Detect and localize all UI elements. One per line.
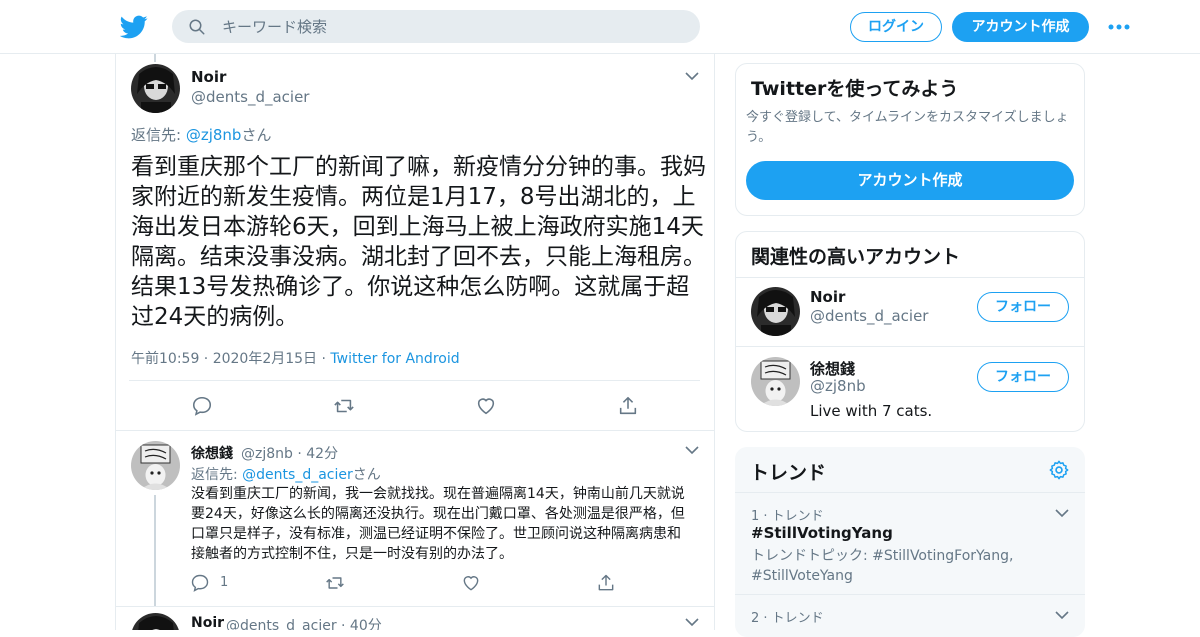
thread-connector xyxy=(154,54,156,62)
retweet-icon[interactable] xyxy=(333,395,355,417)
tweet-thread-column: Noir @dents_d_acier 返信先: @zj8nbさん 看到重庆那个… xyxy=(115,54,715,630)
account-name[interactable]: 徐想錢 xyxy=(810,358,855,379)
account-handle[interactable]: @dents_d_acier xyxy=(810,307,928,325)
signup-button[interactable]: アカウント作成 xyxy=(952,12,1089,42)
share-icon[interactable] xyxy=(596,573,616,593)
thread-connector xyxy=(154,495,156,607)
login-button[interactable]: ログイン xyxy=(850,12,942,42)
signup-card-subtitle: 今すぐ登録して、タイムラインをカスタマイズしましょう。 xyxy=(746,110,1069,145)
reply-icon[interactable] xyxy=(190,573,210,593)
divider xyxy=(129,380,700,381)
tweet-text: 看到重庆那个工厂的新闻了嘛，新疫情分分钟的事。我妈家附近的新发生疫情。两位是1月… xyxy=(131,154,706,330)
trend-name[interactable]: #StillVotingYang xyxy=(751,524,893,542)
account-handle[interactable]: @zj8nb xyxy=(810,377,866,395)
reply-icon[interactable] xyxy=(191,395,213,417)
signup-card: Twitterを使ってみよう 今すぐ登録して、タイムラインをカスタマイズしましょ… xyxy=(735,63,1085,216)
twitter-bird-logo-icon[interactable] xyxy=(120,13,148,41)
follow-button[interactable]: フォロー xyxy=(977,292,1069,322)
trends-title: トレンド xyxy=(750,462,827,484)
settings-gear-icon[interactable] xyxy=(1048,459,1070,481)
tweet-timestamp[interactable]: 午前10:59 · 2020年2月15日 · xyxy=(131,351,330,367)
reply-to-link[interactable]: @dents_d_acier xyxy=(242,467,353,483)
chevron-down-icon[interactable] xyxy=(1054,508,1070,518)
tweet-age[interactable]: · 40分 xyxy=(337,618,382,630)
related-accounts-card: 関連性の高いアカウント Noir @dents_d_acier フォロー 徐想錢… xyxy=(735,231,1085,432)
account-name[interactable]: Noir xyxy=(810,288,845,306)
like-heart-icon[interactable] xyxy=(475,395,497,417)
divider xyxy=(736,277,1084,278)
reply-count: 1 xyxy=(220,575,229,590)
signup-card-title: Twitterを使ってみよう xyxy=(751,78,959,100)
tweet-meta: 午前10:59 · 2020年2月15日 · Twitter for Andro… xyxy=(131,348,460,368)
reply-to-prefix: 返信先: xyxy=(131,126,186,144)
reply-to-link[interactable]: @zj8nb xyxy=(186,126,242,144)
avatar-image-icon xyxy=(131,441,180,490)
trends-card: トレンド 1 · トレンド #StillVotingYang トレンドトピック:… xyxy=(735,447,1085,637)
search-input[interactable] xyxy=(222,10,682,43)
chevron-down-icon[interactable] xyxy=(684,445,700,455)
avatar[interactable] xyxy=(751,287,800,336)
trend-rank: 1 · トレンド xyxy=(751,509,824,524)
chevron-down-icon[interactable] xyxy=(1054,610,1070,620)
author-name[interactable]: Noir xyxy=(191,68,226,86)
avatar[interactable] xyxy=(751,357,800,406)
retweet-icon[interactable] xyxy=(325,573,345,593)
avatar-image-icon xyxy=(751,287,800,336)
author-name[interactable]: Noir xyxy=(191,615,224,630)
more-options-icon[interactable] xyxy=(1107,18,1131,36)
like-heart-icon[interactable] xyxy=(461,573,481,593)
avatar-image-icon xyxy=(131,64,180,113)
author-handle-and-age[interactable]: @dents_d_acier · 40分 xyxy=(226,615,382,630)
share-icon[interactable] xyxy=(617,395,639,417)
follow-button[interactable]: フォロー xyxy=(977,362,1069,392)
reply-to-line: 返信先: @dents_d_acierさん xyxy=(191,464,381,484)
chevron-down-icon[interactable] xyxy=(684,71,700,81)
avatar[interactable] xyxy=(131,64,180,113)
chevron-down-icon[interactable] xyxy=(684,617,700,627)
divider xyxy=(736,346,1084,347)
author-handle[interactable]: @dents_d_acier xyxy=(191,88,309,106)
author-handle[interactable]: @dents_d_acier xyxy=(226,618,337,630)
top-navigation-bar: ログイン アカウント作成 xyxy=(0,0,1200,54)
avatar[interactable] xyxy=(131,441,180,490)
avatar-image-icon xyxy=(751,357,800,406)
search-box[interactable] xyxy=(172,10,700,43)
tweet-text: 没看到重庆工厂的新闻，我一会就找找。现在普遍隔离14天，钟南山前几天就说要24天… xyxy=(191,486,685,562)
trend-topic: トレンドトピック: #StillVotingForYang, #StillVot… xyxy=(751,548,1014,584)
reply-to-prefix: 返信先: xyxy=(191,467,243,483)
search-icon xyxy=(189,19,205,35)
divider xyxy=(735,492,1085,493)
trend-rank: 2 · トレンド xyxy=(751,611,824,626)
tweet-age[interactable]: · 42分 xyxy=(293,446,338,462)
author-handle[interactable]: @zj8nb xyxy=(241,446,293,462)
tweet-source-link[interactable]: Twitter for Android xyxy=(330,351,459,367)
author-name[interactable]: 徐想錢 xyxy=(191,443,233,463)
signup-card-button[interactable]: アカウント作成 xyxy=(746,161,1074,200)
related-accounts-title: 関連性の高いアカウント xyxy=(751,246,961,268)
author-handle-and-age[interactable]: @zj8nb · 42分 xyxy=(241,443,338,463)
account-bio: Live with 7 cats. xyxy=(810,402,933,420)
divider xyxy=(735,594,1085,595)
reply-to-line: 返信先: @zj8nbさん xyxy=(131,124,271,145)
reply-to-suffix: さん xyxy=(241,126,272,144)
reply-to-suffix: さん xyxy=(352,467,381,483)
